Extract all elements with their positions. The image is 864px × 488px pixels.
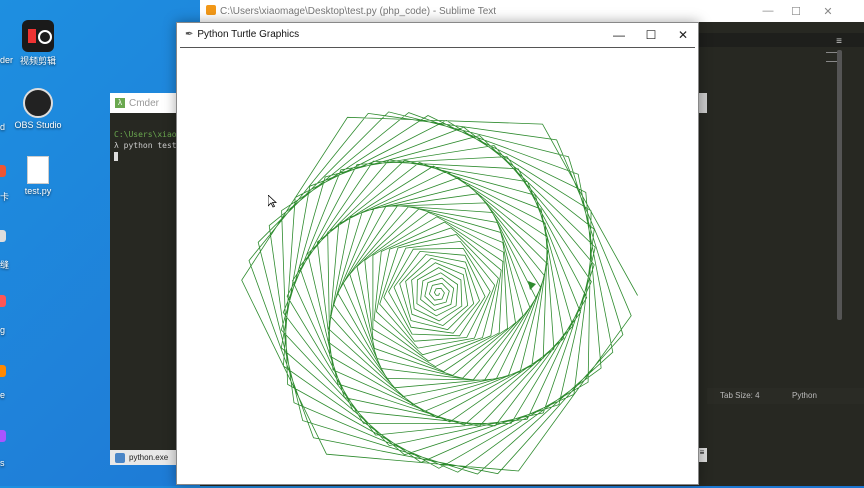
maximize-button[interactable]: ☐ — [780, 0, 812, 22]
tab-size-status[interactable]: Tab Size: 4 — [720, 391, 760, 400]
close-button[interactable]: ✕ — [667, 23, 699, 46]
console-tab-label: python.exe — [129, 453, 169, 462]
desktop-icon-label: 视频剪辑 — [19, 56, 56, 66]
turtle-window[interactable]: ✒ Python Turtle Graphics — ☐ ✕ — [176, 22, 699, 485]
desktop-edge-label: der — [0, 55, 14, 65]
cmder-console-tab[interactable]: python.exe — [110, 450, 176, 465]
scrollbar[interactable] — [837, 50, 842, 320]
sublime-app-icon — [206, 5, 216, 15]
cmder-title: Cmder — [129, 97, 160, 109]
desktop-icon-obs[interactable]: OBS Studio — [6, 88, 70, 130]
turtle-title: Python Turtle Graphics — [197, 29, 300, 40]
desktop-edge-icon[interactable] — [0, 295, 6, 307]
lambda-icon: λ — [115, 98, 125, 108]
file-icon — [27, 156, 49, 184]
spiral-path — [241, 111, 638, 475]
close-button[interactable]: ✕ — [812, 0, 844, 22]
syntax-status[interactable]: Python — [792, 391, 817, 400]
desktop-icon-video-editor[interactable]: 视频剪辑 — [6, 20, 70, 67]
desktop-icon-test-py[interactable]: test.py — [6, 156, 70, 196]
app-icon — [22, 20, 54, 52]
desktop-edge-icon[interactable] — [0, 365, 6, 377]
mouse-pointer-icon — [268, 195, 277, 208]
feather-icon: ✒ — [185, 29, 194, 40]
desktop-edge-label: 卡 — [0, 192, 10, 202]
desktop-edge-icon[interactable] — [0, 430, 6, 442]
terminal-cursor — [114, 152, 118, 161]
terminal-output[interactable]: C:\Users\xiao λ python test — [114, 129, 177, 161]
desktop-edge-label: g — [0, 325, 6, 335]
turtle-cursor-icon — [528, 281, 536, 290]
minimize-button[interactable]: — — [603, 23, 635, 46]
sublime-status-bar: Tab Size: 4 Python — [700, 388, 864, 404]
desktop-edge-label: e — [0, 390, 6, 400]
terminal-command-line: λ python test — [114, 141, 177, 150]
hamburger-menu-icon[interactable]: ≡ — [836, 36, 842, 47]
sublime-title: C:\Users\xiaomage\Desktop\test.py (php_c… — [220, 5, 497, 17]
desktop-icon-label: OBS Studio — [14, 120, 62, 130]
desktop-edge-label: s — [0, 458, 5, 468]
desktop-edge-label: 缝 — [0, 260, 10, 270]
obs-icon — [23, 88, 53, 118]
terminal-path-line: C:\Users\xiao — [114, 130, 177, 139]
maximize-button[interactable]: ☐ — [635, 23, 667, 46]
desktop-edge-label: d — [0, 122, 6, 132]
desktop-edge-icon[interactable] — [0, 230, 6, 242]
desktop-icon-label: test.py — [24, 186, 52, 196]
python-icon — [115, 452, 125, 463]
turtle-canvas[interactable] — [180, 47, 695, 483]
desktop-edge-icon[interactable] — [0, 165, 6, 177]
turtle-drawing — [241, 111, 638, 475]
